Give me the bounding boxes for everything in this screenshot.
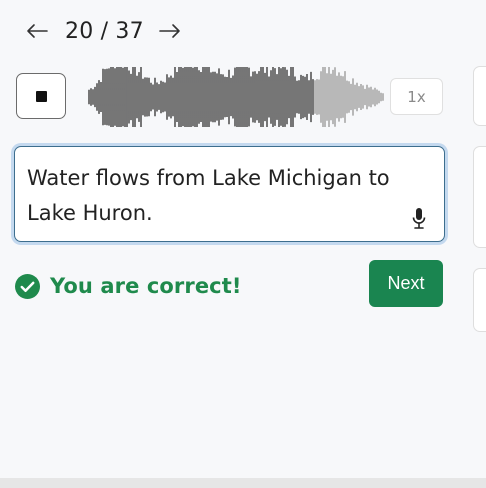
question-navigation: 20 / 37	[24, 14, 183, 48]
check-circle-icon	[15, 273, 40, 299]
side-card[interactable]	[473, 66, 486, 126]
waveform-played	[88, 67, 314, 127]
next-question-button[interactable]	[157, 15, 183, 47]
side-card[interactable]	[473, 268, 486, 332]
waveform-unplayed	[314, 67, 384, 127]
stop-button[interactable]	[16, 73, 66, 119]
next-button[interactable]: Next	[369, 260, 443, 307]
previous-button[interactable]	[24, 15, 50, 47]
side-card[interactable]	[473, 146, 486, 248]
stop-icon	[35, 90, 47, 102]
answer-text[interactable]: Water flows from Lake Michigan to Lake H…	[27, 161, 407, 231]
audio-waveform[interactable]	[88, 65, 384, 129]
question-counter: 20 / 37	[65, 18, 144, 44]
answer-field[interactable]: Water flows from Lake Michigan to Lake H…	[14, 146, 445, 242]
arrow-left-icon	[27, 24, 48, 38]
bottom-edge	[0, 478, 486, 488]
microphone-icon[interactable]	[411, 207, 427, 231]
audio-player: 1x	[16, 67, 444, 127]
result-text: You are correct!	[50, 274, 242, 298]
playback-speed-button[interactable]: 1x	[390, 78, 443, 115]
result-message: You are correct!	[15, 272, 242, 300]
arrow-right-icon	[158, 24, 180, 38]
